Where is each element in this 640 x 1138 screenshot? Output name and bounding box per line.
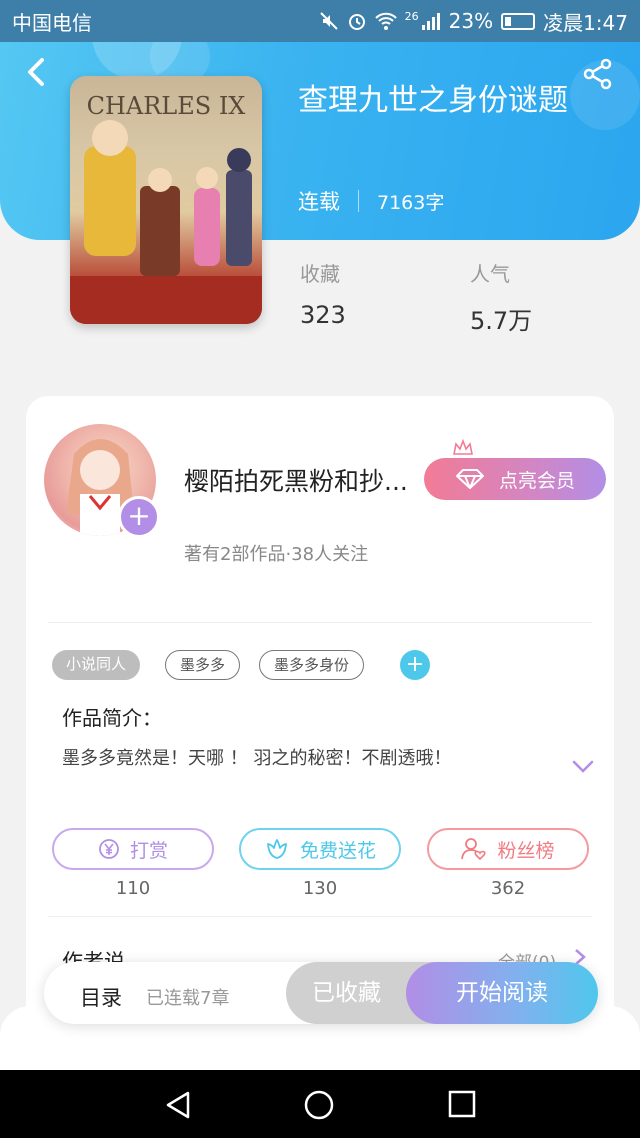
stat-label: 人气	[470, 262, 510, 286]
tag-item[interactable]: 墨多多身份	[259, 650, 365, 680]
clock: 凌晨1:47	[543, 10, 628, 35]
start-reading-button[interactable]: 开始阅读	[406, 962, 598, 1024]
author-info: 著有2部作品·38人关注	[184, 544, 369, 565]
stat-label: 收藏	[300, 262, 340, 286]
battery-percent: 23%	[448, 9, 494, 33]
stat-favorites: 收藏 323	[300, 258, 346, 329]
meta-divider	[358, 190, 359, 212]
signal-icon	[421, 13, 440, 30]
divider	[48, 916, 592, 917]
author-name[interactable]: 樱陌拍死黑粉和抄...	[184, 462, 408, 498]
carrier-label: 中国电信	[12, 10, 92, 35]
diamond-icon	[455, 469, 484, 489]
tag-item[interactable]: 墨多多	[165, 650, 241, 680]
fan-rank-button[interactable]: 粉丝榜	[427, 828, 589, 870]
intro-text: 墨多多竟然是！天哪 ！ 羽之的秘密！不剧透哦！	[62, 748, 452, 769]
action-label: 粉丝榜	[497, 839, 555, 862]
status-bar: 中国电信 26 23% 凌晨1:47	[0, 0, 640, 42]
chapter-count: 已连载7章	[146, 988, 230, 1009]
toc-button[interactable]: 目录	[80, 982, 122, 1012]
book-meta: 连载 7163字	[298, 186, 444, 216]
alarm-icon	[348, 14, 365, 30]
chevron-down-icon[interactable]	[572, 760, 594, 774]
book-title: 查理九世之身份谜题	[298, 83, 568, 118]
tag-item[interactable]: 小说同人	[52, 650, 141, 680]
cover-title: CHARLES IX	[87, 92, 246, 120]
battery-icon	[501, 12, 536, 30]
word-count: 7163字	[377, 191, 445, 214]
vip-button-label: 点亮会员	[498, 469, 575, 492]
back-icon[interactable]	[22, 56, 50, 88]
fan-count: 362	[490, 878, 526, 899]
flower-count: 130	[302, 878, 338, 899]
send-flower-button[interactable]: 免费送花	[239, 828, 401, 870]
book-status: 连载	[298, 190, 340, 214]
stat-value: 323	[300, 301, 346, 329]
follow-author-button[interactable]: +	[118, 496, 160, 538]
flower-icon	[267, 839, 287, 859]
fan-rank-icon	[461, 838, 487, 861]
add-tag-button[interactable]: +	[400, 650, 430, 680]
yen-icon	[99, 839, 119, 859]
intro-heading: 作品简介：	[62, 706, 162, 730]
divider	[48, 622, 592, 623]
network-type: 26	[404, 9, 419, 23]
tip-count: 110	[115, 878, 151, 899]
nav-home-icon[interactable]	[304, 1090, 334, 1120]
wifi-icon	[374, 12, 397, 30]
stat-value: 5.7万	[470, 307, 533, 335]
book-cover[interactable]: CHARLES IX	[70, 76, 262, 324]
tip-button[interactable]: 打赏	[52, 828, 214, 870]
crown-icon	[453, 438, 473, 455]
nav-recents-icon[interactable]	[448, 1090, 476, 1118]
cover-art: CHARLES IX	[70, 92, 262, 324]
mute-icon	[319, 12, 338, 30]
action-label: 打赏	[129, 839, 168, 862]
nav-back-icon[interactable]	[164, 1090, 192, 1120]
action-label: 免费送花	[299, 839, 376, 862]
system-nav-bar	[0, 1070, 640, 1138]
vip-button[interactable]: 点亮会员	[424, 458, 606, 500]
stat-popularity: 人气 5.7万	[470, 258, 532, 336]
